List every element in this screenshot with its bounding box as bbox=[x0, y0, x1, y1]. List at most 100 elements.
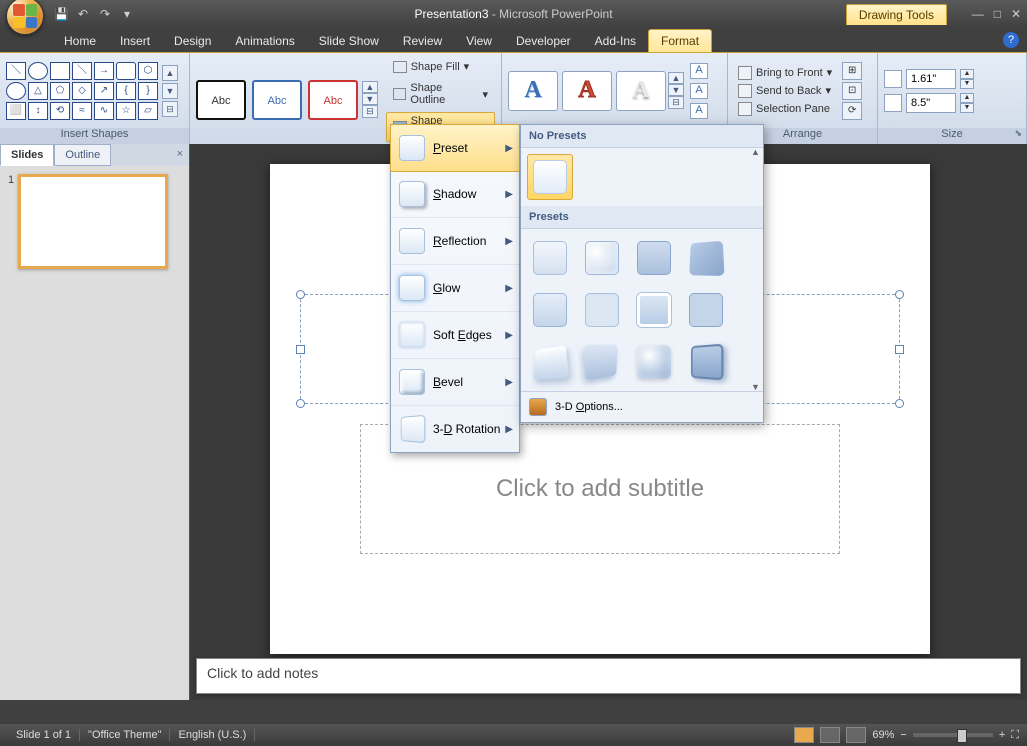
spin-down-icon[interactable]: ▼ bbox=[960, 79, 974, 89]
outline-tab[interactable]: Outline bbox=[54, 144, 111, 166]
shape-icon[interactable]: { bbox=[116, 82, 136, 100]
send-to-back-button[interactable]: Send to Back ▾ bbox=[734, 83, 836, 99]
scroll-down-icon[interactable]: ▼ bbox=[751, 382, 761, 392]
resize-handle[interactable] bbox=[895, 290, 904, 299]
preset-none[interactable] bbox=[527, 154, 573, 200]
shape-icon[interactable]: ∿ bbox=[94, 102, 114, 120]
preset-item[interactable] bbox=[579, 235, 625, 281]
gallery-down-icon[interactable]: ▼ bbox=[162, 83, 178, 99]
shape-height-input[interactable] bbox=[906, 69, 956, 89]
preset-item[interactable] bbox=[631, 235, 677, 281]
spin-up-icon[interactable]: ▲ bbox=[960, 69, 974, 79]
tab-addins[interactable]: Add-Ins bbox=[583, 30, 648, 52]
sorter-view-icon[interactable] bbox=[820, 727, 840, 743]
tab-home[interactable]: Home bbox=[52, 30, 108, 52]
preset-item[interactable] bbox=[579, 339, 625, 385]
zoom-out-icon[interactable]: − bbox=[900, 729, 906, 741]
shape-fill-button[interactable]: Shape Fill ▾ bbox=[386, 57, 495, 76]
gallery-up-icon[interactable]: ▲ bbox=[362, 81, 378, 93]
tab-developer[interactable]: Developer bbox=[504, 30, 583, 52]
slideshow-view-icon[interactable] bbox=[846, 727, 866, 743]
shape-arrow-icon[interactable]: → bbox=[94, 62, 114, 80]
menu-soft-edges[interactable]: Soft Edges▶ bbox=[391, 312, 519, 359]
shape-oval-icon[interactable] bbox=[28, 62, 48, 80]
gallery-more-icon[interactable]: ⊟ bbox=[162, 101, 178, 117]
fit-window-icon[interactable]: ⛶ bbox=[1011, 729, 1019, 742]
status-zoom[interactable]: 69% bbox=[872, 729, 894, 741]
status-slide-number[interactable]: Slide 1 of 1 bbox=[8, 729, 80, 741]
resize-handle[interactable] bbox=[895, 399, 904, 408]
notes-pane[interactable]: Click to add notes bbox=[196, 658, 1021, 694]
shape-style-item[interactable]: Abc bbox=[308, 80, 358, 120]
shape-rrect-icon[interactable] bbox=[116, 62, 136, 80]
menu-3d-rotation[interactable]: 3-D Rotation▶ bbox=[391, 406, 519, 452]
save-icon[interactable]: 💾 bbox=[54, 7, 68, 21]
spin-down-icon[interactable]: ▼ bbox=[960, 103, 974, 113]
minimize-icon[interactable]: — bbox=[972, 7, 984, 21]
shape-icon[interactable]: ↕ bbox=[28, 102, 48, 120]
gallery-more-icon[interactable]: ⊟ bbox=[362, 105, 378, 118]
normal-view-icon[interactable] bbox=[794, 727, 814, 743]
preset-item[interactable] bbox=[527, 339, 573, 385]
preset-item[interactable] bbox=[683, 339, 729, 385]
group-size[interactable]: Size bbox=[878, 128, 1026, 144]
slides-tab[interactable]: Slides bbox=[0, 144, 54, 166]
shape-icon[interactable]: ≈ bbox=[72, 102, 92, 120]
shape-icon[interactable]: ↗ bbox=[94, 82, 114, 100]
3d-options-button[interactable]: 3-D Options... bbox=[521, 391, 763, 422]
tab-slideshow[interactable]: Slide Show bbox=[307, 30, 391, 52]
align-icon[interactable]: ⊞ bbox=[842, 62, 862, 80]
shape-icon[interactable]: △ bbox=[28, 82, 48, 100]
wordart-item[interactable]: A bbox=[508, 71, 558, 111]
preset-item[interactable] bbox=[527, 287, 573, 333]
menu-bevel[interactable]: Bevel▶ bbox=[391, 359, 519, 406]
text-outline-icon[interactable]: A bbox=[690, 83, 708, 99]
shape-icon[interactable] bbox=[6, 82, 26, 100]
text-fill-icon[interactable]: A bbox=[690, 63, 708, 79]
slide-thumbnail[interactable] bbox=[18, 174, 168, 269]
tab-view[interactable]: View bbox=[454, 30, 504, 52]
preset-item[interactable] bbox=[683, 235, 729, 281]
menu-preset[interactable]: Preset ▶ bbox=[390, 124, 520, 172]
shape-line-icon[interactable]: ＼ bbox=[6, 62, 26, 80]
text-effects-icon[interactable]: A bbox=[690, 103, 708, 119]
preset-item[interactable] bbox=[527, 235, 573, 281]
wordart-gallery[interactable]: A A A bbox=[508, 71, 666, 111]
undo-icon[interactable]: ↶ bbox=[76, 7, 90, 21]
selection-pane-button[interactable]: Selection Pane bbox=[734, 101, 836, 117]
zoom-in-icon[interactable]: + bbox=[999, 729, 1005, 741]
shape-icon[interactable]: ▱ bbox=[138, 102, 158, 120]
rotate-icon[interactable]: ⟳ bbox=[842, 102, 862, 120]
shape-icon[interactable]: ⬠ bbox=[50, 82, 70, 100]
preset-item[interactable] bbox=[683, 287, 729, 333]
resize-handle[interactable] bbox=[895, 345, 904, 354]
resize-handle[interactable] bbox=[296, 345, 305, 354]
shape-style-item[interactable]: Abc bbox=[252, 80, 302, 120]
resize-handle[interactable] bbox=[296, 290, 305, 299]
shapes-gallery[interactable]: ＼＼→⬡ △⬠◇↗{} ⬜↕⟲≈∿☆▱ bbox=[6, 62, 158, 120]
bring-to-front-button[interactable]: Bring to Front ▾ bbox=[734, 65, 836, 81]
wordart-item[interactable]: A bbox=[562, 71, 612, 111]
gallery-down-icon[interactable]: ▼ bbox=[362, 93, 378, 105]
redo-icon[interactable]: ↷ bbox=[98, 7, 112, 21]
preset-item[interactable] bbox=[631, 287, 677, 333]
tab-animations[interactable]: Animations bbox=[223, 30, 306, 52]
shape-outline-button[interactable]: Shape Outline ▾ bbox=[386, 79, 495, 109]
spin-up-icon[interactable]: ▲ bbox=[960, 93, 974, 103]
shape-rect-icon[interactable] bbox=[50, 62, 70, 80]
gallery-up-icon[interactable]: ▲ bbox=[162, 65, 178, 81]
shape-icon[interactable]: ⟲ bbox=[50, 102, 70, 120]
scroll-up-icon[interactable]: ▲ bbox=[751, 147, 761, 157]
group-icon[interactable]: ⊡ bbox=[842, 82, 862, 100]
resize-handle[interactable] bbox=[296, 399, 305, 408]
menu-shadow[interactable]: Shadow▶ bbox=[391, 171, 519, 218]
help-icon[interactable]: ? bbox=[1003, 32, 1019, 48]
tab-review[interactable]: Review bbox=[391, 30, 454, 52]
status-language[interactable]: English (U.S.) bbox=[170, 729, 255, 741]
tab-insert[interactable]: Insert bbox=[108, 30, 162, 52]
gallery-up-icon[interactable]: ▲ bbox=[668, 72, 684, 84]
wordart-item[interactable]: A bbox=[616, 71, 666, 111]
shape-icon[interactable]: ◇ bbox=[72, 82, 92, 100]
tab-format[interactable]: Format bbox=[648, 29, 712, 52]
zoom-slider[interactable] bbox=[913, 733, 993, 737]
